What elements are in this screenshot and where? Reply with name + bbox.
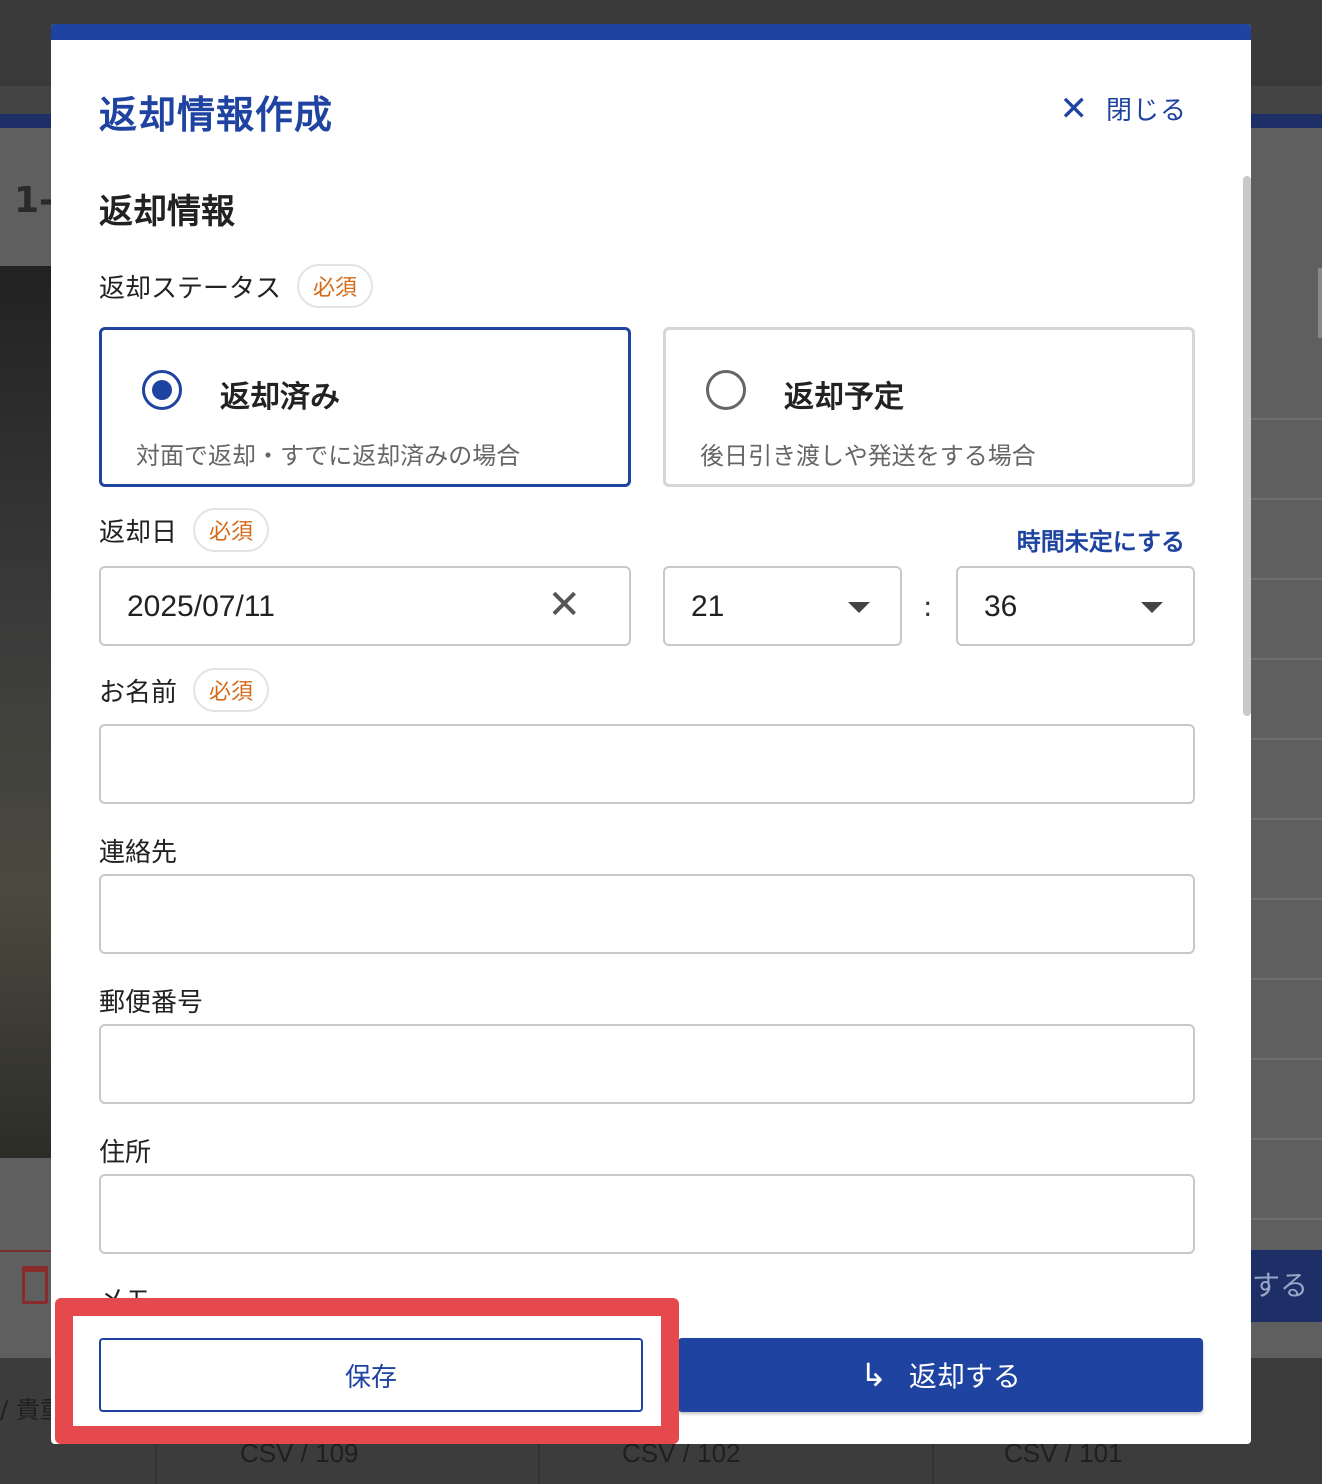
minute-select[interactable]: 36 bbox=[956, 566, 1195, 646]
return-date-label: 返却日 必須 bbox=[99, 508, 270, 552]
required-badge: 必須 bbox=[193, 668, 270, 712]
address-input[interactable] bbox=[99, 1174, 1195, 1254]
name-input[interactable] bbox=[99, 724, 1195, 804]
modal-accent-bar bbox=[51, 24, 1251, 40]
status-option-description: 対面で返却・すでに返却済みの場合 bbox=[136, 442, 521, 470]
chevron-down-icon bbox=[848, 602, 870, 613]
highlight-annotation bbox=[55, 1298, 679, 1444]
background-action-button: する bbox=[1250, 1250, 1322, 1322]
modal-title: 返却情報作成 bbox=[99, 93, 334, 137]
return-date-value: 2025/07/11 bbox=[127, 590, 275, 623]
close-label: 閉じる bbox=[1105, 96, 1187, 126]
postal-code-input[interactable] bbox=[99, 1024, 1195, 1104]
background-list bbox=[1251, 340, 1322, 1240]
trash-icon bbox=[22, 1266, 48, 1304]
name-label: お名前 必須 bbox=[99, 668, 270, 712]
status-label: 返却ステータス 必須 bbox=[99, 264, 374, 308]
status-option-title: 返却済み bbox=[220, 380, 340, 415]
status-option-scheduled[interactable]: 返却予定 後日引き渡しや発送をする場合 bbox=[663, 327, 1195, 487]
background-heading: 1- bbox=[14, 180, 54, 221]
name-label-text: お名前 bbox=[99, 677, 178, 708]
hour-value: 21 bbox=[691, 590, 725, 623]
return-arrow-icon: ↳ bbox=[860, 1356, 887, 1394]
hour-select[interactable]: 21 bbox=[663, 566, 902, 646]
minute-value: 36 bbox=[984, 590, 1018, 623]
chevron-down-icon bbox=[1141, 602, 1163, 613]
background-edge bbox=[1318, 268, 1322, 338]
time-undecided-link[interactable]: 時間未定にする bbox=[1017, 522, 1185, 557]
background-photo bbox=[0, 266, 52, 1158]
contact-label: 連絡先 bbox=[99, 838, 178, 868]
background-divider bbox=[0, 1250, 52, 1252]
status-option-title: 返却予定 bbox=[784, 380, 904, 415]
modal-scrollbar[interactable] bbox=[1243, 176, 1251, 716]
status-label-text: 返却ステータス bbox=[99, 273, 282, 304]
return-date-label-text: 返却日 bbox=[99, 517, 178, 548]
time-separator: : bbox=[923, 590, 933, 623]
radio-selected-icon bbox=[142, 370, 182, 410]
return-button-label: 返却する bbox=[908, 1360, 1021, 1393]
clear-date-icon[interactable]: ✕ bbox=[547, 582, 581, 628]
required-badge: 必須 bbox=[297, 264, 374, 308]
required-badge: 必須 bbox=[193, 508, 270, 552]
status-option-description: 後日引き渡しや発送をする場合 bbox=[700, 442, 1036, 470]
close-icon: ✕ bbox=[1059, 88, 1088, 129]
return-info-modal: 返却情報作成 ✕ 閉じる 返却情報 返却ステータス 必須 返却済み 対面で返却・… bbox=[51, 24, 1251, 1444]
section-title: 返却情報 bbox=[99, 192, 235, 232]
return-date-input[interactable]: 2025/07/11 ✕ bbox=[99, 566, 631, 646]
close-button[interactable]: ✕ 閉じる bbox=[1059, 90, 1187, 127]
radio-unselected-icon bbox=[706, 370, 746, 410]
postal-code-label: 郵便番号 bbox=[99, 988, 204, 1018]
return-button[interactable]: ↳ 返却する bbox=[678, 1338, 1203, 1412]
contact-input[interactable] bbox=[99, 874, 1195, 954]
status-option-returned[interactable]: 返却済み 対面で返却・すでに返却済みの場合 bbox=[99, 327, 631, 487]
address-label: 住所 bbox=[99, 1138, 152, 1168]
